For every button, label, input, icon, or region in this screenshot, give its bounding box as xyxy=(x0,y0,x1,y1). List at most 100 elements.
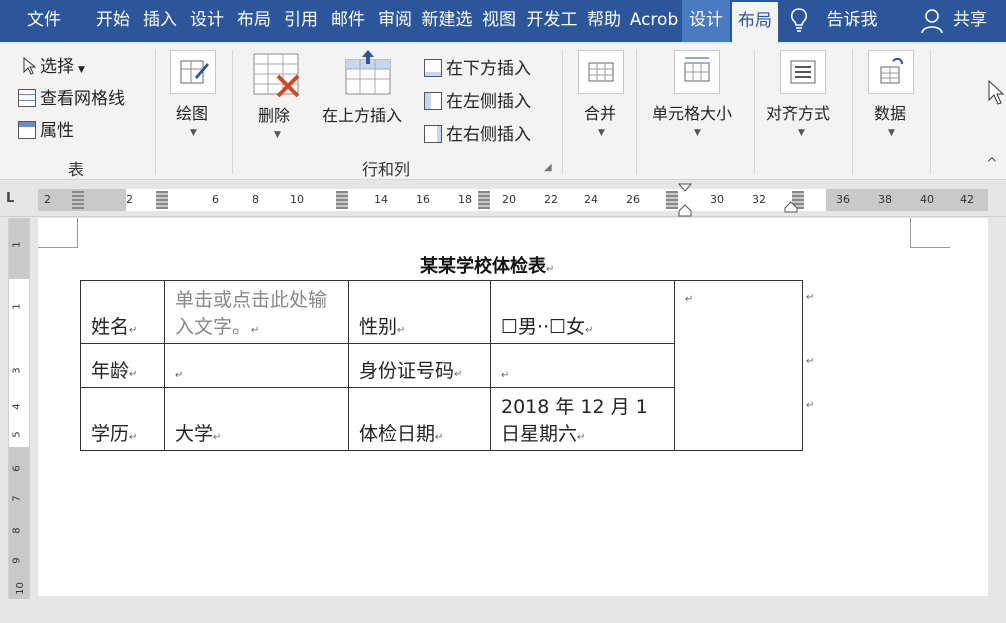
alignment-button[interactable]: 对齐方式 xyxy=(766,100,830,124)
end-of-row-mark: ↵ xyxy=(806,356,815,367)
tab-layout[interactable]: 布局 xyxy=(232,0,276,42)
ruler-number: 40 xyxy=(920,193,934,206)
table-cell[interactable]: 年龄↵ xyxy=(80,343,165,388)
ruler-number: 22 xyxy=(544,193,558,206)
photo-cell[interactable]: ↵ xyxy=(674,280,803,451)
mouse-pointer-icon xyxy=(988,80,1004,105)
group-label-table: 表 xyxy=(67,160,84,179)
indent-marker-icon[interactable] xyxy=(678,183,692,217)
tab-view[interactable]: 视图 xyxy=(476,0,522,42)
tab-review[interactable]: 审阅 xyxy=(372,0,418,42)
content-control-placeholder[interactable]: 单击或点击此处输入文字。↵ xyxy=(164,280,349,344)
insert-below-icon xyxy=(424,59,442,77)
alignment-icon xyxy=(780,50,826,94)
vruler-number: 3 xyxy=(11,367,23,374)
vruler-number: 5 xyxy=(11,431,23,438)
document-title[interactable]: 某某学校体检表↵ xyxy=(420,252,554,278)
data-button[interactable]: 数据 xyxy=(874,100,906,124)
collapse-ribbon-icon[interactable]: ^ xyxy=(986,156,998,172)
table-cell[interactable]: ↵ xyxy=(490,343,675,388)
tab-file[interactable]: 文件 xyxy=(10,0,78,42)
ruler-number: 10 xyxy=(290,193,304,206)
vertical-ruler[interactable]: 1 1 3 4 5 6 7 8 9 10 xyxy=(8,218,30,599)
ruler-number: 16 xyxy=(416,193,430,206)
tab-table-design[interactable]: 设计 xyxy=(682,0,730,42)
properties-button[interactable]: 属性 xyxy=(18,116,74,141)
gridlines-icon xyxy=(18,89,36,107)
view-gridlines-button[interactable]: 查看网格线 xyxy=(18,84,125,109)
tell-me-box[interactable]: 告诉我 xyxy=(822,0,882,42)
table-cell[interactable]: 大学↵ xyxy=(164,387,349,451)
data-caret-icon[interactable]: ▼ xyxy=(888,128,895,138)
table-cell[interactable]: 性别↵ xyxy=(348,280,491,344)
select-button[interactable]: 选择 ▼ xyxy=(22,52,85,77)
tab-new-group[interactable]: 新建选 xyxy=(420,0,474,42)
vruler-number: 6 xyxy=(11,465,23,472)
vruler-number: 7 xyxy=(11,495,23,502)
vruler-number: 1 xyxy=(11,303,23,310)
date-picker-cell[interactable]: 2018 年 12 月 1 日星期六↵ xyxy=(490,387,675,451)
cell-size-icon xyxy=(674,50,720,94)
ruler-number: 20 xyxy=(502,193,516,206)
insert-above-icon xyxy=(345,50,391,95)
margin-corner-left xyxy=(38,218,78,248)
draw-caret-icon[interactable]: ▼ xyxy=(190,128,197,138)
lightbulb-icon xyxy=(790,8,808,32)
gender-checkboxes[interactable]: ☐男··☐女↵ xyxy=(490,280,675,344)
tab-design[interactable]: 设计 xyxy=(184,0,230,42)
ruler-number: 8 xyxy=(252,193,259,206)
cell-size-button[interactable]: 单元格大小 xyxy=(652,100,732,124)
group-label-rows-columns: 行和列 xyxy=(361,160,410,179)
tab-developer[interactable]: 开发工 xyxy=(524,0,580,42)
tab-table-layout[interactable]: 布局 xyxy=(732,2,778,46)
horizontal-ruler[interactable]: L 2 2 6 8 10 14 16 18 20 22 24 26 30 32 … xyxy=(0,181,1006,217)
dialog-launcher-icon[interactable]: ◢ xyxy=(544,162,552,173)
ruler-number: 24 xyxy=(584,193,598,206)
ruler-number: 42 xyxy=(960,193,974,206)
ribbon-tab-bar: 文件 开始 插入 设计 布局 引用 邮件 审阅 新建选 视图 开发工 帮助 Ac… xyxy=(0,0,1006,46)
insert-left-icon xyxy=(424,92,442,110)
insert-below-button[interactable]: 在下方插入 xyxy=(424,54,531,79)
checkup-table[interactable]: 姓名↵ 单击或点击此处输入文字。↵ 性别↵ ☐男··☐女↵ ↵ 年龄↵ ↵ 身份… xyxy=(80,280,803,451)
tab-home[interactable]: 开始 xyxy=(90,0,136,42)
table-cell[interactable]: 姓名↵ xyxy=(80,280,165,344)
tab-help[interactable]: 帮助 xyxy=(582,0,626,42)
table-cell[interactable]: 学历↵ xyxy=(80,387,165,451)
table-cell[interactable]: 身份证号码↵ xyxy=(348,343,491,388)
right-indent-marker-icon[interactable] xyxy=(784,201,798,213)
end-of-row-mark: ↵ xyxy=(806,292,815,303)
merge-icon xyxy=(578,50,624,94)
cell-size-caret-icon[interactable]: ▼ xyxy=(694,128,701,138)
insert-right-button[interactable]: 在右侧插入 xyxy=(424,120,531,145)
tab-insert[interactable]: 插入 xyxy=(138,0,182,42)
ribbon-panel: 选择 ▼ 查看网格线 属性 表 绘图 ▼ 删除 ▼ 在上方插入 在下方插入 在左侧… xyxy=(0,44,1006,180)
tab-references[interactable]: 引用 xyxy=(278,0,324,42)
delete-table-icon xyxy=(253,53,300,98)
merge-caret-icon[interactable]: ▼ xyxy=(598,128,605,138)
tab-acrobat[interactable]: Acrob xyxy=(628,0,680,42)
document-page[interactable]: 某某学校体检表↵ 姓名↵ 单击或点击此处输入文字。↵ 性别↵ ☐男··☐女↵ ↵… xyxy=(38,218,988,596)
table-cell[interactable]: 体检日期↵ xyxy=(348,387,491,451)
insert-left-button[interactable]: 在左侧插入 xyxy=(424,87,531,112)
vruler-number: 9 xyxy=(11,557,23,564)
ruler-number: 14 xyxy=(374,193,388,206)
delete-button[interactable]: 删除 xyxy=(258,102,290,126)
vruler-number: 4 xyxy=(11,403,23,410)
delete-caret-icon[interactable]: ▼ xyxy=(274,130,281,140)
ruler-number: 30 xyxy=(710,193,724,206)
user-icon xyxy=(921,9,943,34)
vruler-number: 1 xyxy=(11,241,23,248)
share-button[interactable]: 共享 xyxy=(948,0,992,42)
draw-button[interactable]: 绘图 xyxy=(176,100,208,124)
properties-icon xyxy=(18,121,36,139)
ruler-number: 18 xyxy=(458,193,472,206)
tab-mailings[interactable]: 邮件 xyxy=(326,0,370,42)
insert-above-button[interactable]: 在上方插入 xyxy=(322,102,402,126)
margin-corner-right xyxy=(910,218,950,248)
merge-button[interactable]: 合并 xyxy=(584,100,616,124)
table-cell[interactable]: ↵ xyxy=(164,343,349,388)
tab-selector-icon[interactable]: L xyxy=(6,191,26,209)
insert-right-icon xyxy=(424,125,442,143)
alignment-caret-icon[interactable]: ▼ xyxy=(798,128,805,138)
ruler-number: 36 xyxy=(836,193,850,206)
